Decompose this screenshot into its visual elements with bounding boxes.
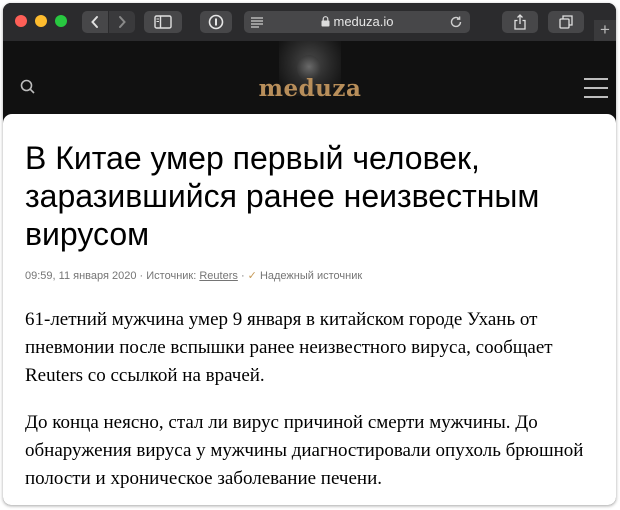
source-link[interactable]: Reuters xyxy=(199,270,238,282)
tabs-icon xyxy=(559,15,573,29)
article-datetime: 09:59, 11 января 2020 xyxy=(25,270,137,282)
share-icon xyxy=(514,14,526,30)
article-paragraph: До конца неясно, стал ли вирус причиной … xyxy=(25,412,584,489)
trust-label: Надежный источник xyxy=(259,270,363,282)
reload-icon[interactable] xyxy=(449,15,463,29)
article-card: В Китае умер первый человек, заразившийс… xyxy=(3,114,616,505)
sidebar-icon xyxy=(154,15,172,29)
meta-separator-2: · xyxy=(240,270,245,282)
source-label: Источник: xyxy=(146,270,197,282)
chevron-left-icon xyxy=(91,16,98,28)
meta-separator: · xyxy=(139,270,144,282)
browser-window: meduza.io + meduza В Китае умер первый ч… xyxy=(3,3,616,505)
article-meta: 09:59, 11 января 2020 · Источник: Reuter… xyxy=(25,269,595,282)
show-tabs-button[interactable] xyxy=(548,11,584,33)
new-tab-button[interactable]: + xyxy=(594,20,616,41)
onepassword-icon xyxy=(208,14,224,30)
search-icon[interactable] xyxy=(20,79,36,95)
chevron-right-icon xyxy=(119,16,126,28)
hamburger-menu-icon[interactable] xyxy=(584,78,608,98)
close-window-button[interactable] xyxy=(15,15,27,27)
back-button[interactable] xyxy=(82,11,108,33)
article-paragraph: 61-летний мужчина умер 9 января в китайс… xyxy=(25,309,553,386)
share-button[interactable] xyxy=(502,11,538,33)
url-text: meduza.io xyxy=(333,14,394,29)
site-logo[interactable]: meduza xyxy=(258,75,362,102)
site-header: meduza xyxy=(3,41,616,115)
check-icon: ✓ xyxy=(247,270,257,282)
forward-button[interactable] xyxy=(109,11,135,33)
address-url: meduza.io xyxy=(244,14,470,29)
sidebar-toggle-button[interactable] xyxy=(144,11,182,33)
browser-toolbar: meduza.io + xyxy=(3,3,616,41)
password-manager-button[interactable] xyxy=(200,11,232,33)
lock-icon xyxy=(321,16,329,27)
article-headline: В Китае умер первый человек, заразившийс… xyxy=(25,140,540,252)
zoom-window-button[interactable] xyxy=(55,15,67,27)
address-bar[interactable]: meduza.io xyxy=(244,11,470,33)
minimize-window-button[interactable] xyxy=(35,15,47,27)
